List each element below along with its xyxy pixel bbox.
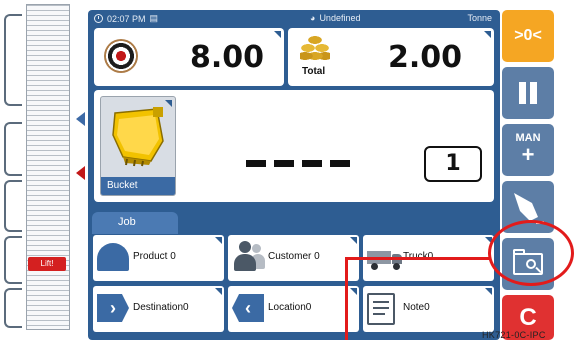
corner-indicator [215, 237, 222, 244]
pause-icon [530, 82, 537, 104]
product-label: Product 0 [133, 251, 176, 262]
coins-icon [300, 35, 330, 61]
location-tile[interactable]: ‹ Location0 [228, 286, 359, 332]
main-panel: 02:07 PM ▤ ◕ Undefined Tonne 8.00 Total … [88, 10, 500, 340]
target-value: 8.00 [189, 40, 264, 75]
clock-display: 02:07 PM ▤ [94, 13, 158, 24]
location-label: Location0 [268, 302, 312, 313]
scale-bracket [4, 180, 22, 232]
product-tile[interactable]: Product 0 [93, 235, 224, 281]
callout-line [345, 257, 490, 260]
list-icon: ▤ [149, 13, 159, 23]
pause-icon [519, 82, 526, 104]
pass-count: 1 [424, 146, 482, 182]
customer-label: Customer 0 [268, 251, 320, 262]
customer-icon [232, 241, 265, 273]
corner-indicator [274, 31, 281, 38]
scale-bracket [4, 122, 22, 176]
total-card[interactable]: Total 2.00 [288, 28, 494, 86]
time-text: 02:07 PM [107, 13, 146, 24]
scale-bracket [4, 236, 22, 284]
bucket-icon [112, 107, 164, 167]
bucket-tile[interactable]: Bucket [100, 96, 176, 196]
manual-add-button[interactable]: MAN + [502, 124, 554, 176]
corner-indicator [485, 288, 492, 295]
total-value: 2.00 [387, 40, 462, 75]
note-tile[interactable]: Note0 [363, 286, 494, 332]
right-sidebar: >0< MAN + C [502, 10, 554, 340]
corner-indicator [484, 31, 491, 38]
target-marker [76, 112, 85, 126]
weight-display [246, 160, 350, 167]
product-status-text: Undefined [319, 13, 361, 23]
highlight-circle [488, 220, 574, 286]
lift-badge: Lift! [28, 257, 66, 271]
weight-dash [246, 160, 266, 167]
figure-code: HK721-0C-IPC [482, 330, 546, 340]
bucket-label: Bucket [101, 177, 175, 195]
note-icon [367, 293, 395, 325]
corner-indicator [215, 288, 222, 295]
status-bar: 02:07 PM ▤ ◕ Undefined Tonne [88, 10, 500, 28]
customer-tile[interactable]: Customer 0 [228, 235, 359, 281]
chevron-left-icon: ‹ [232, 294, 264, 322]
corner-indicator [165, 100, 172, 107]
destination-label: Destination0 [133, 302, 189, 313]
left-scale-panel: Lift! [0, 0, 94, 340]
weight-scale [26, 4, 70, 330]
weight-dash [274, 160, 294, 167]
pause-button[interactable] [502, 67, 554, 119]
plus-icon: + [521, 142, 535, 167]
target-icon [104, 39, 138, 73]
scale-bracket [4, 288, 22, 328]
chevron-right-icon: › [97, 294, 129, 322]
product-icon [97, 243, 129, 271]
attachment-card: Bucket 1 [94, 90, 494, 202]
note-label: Note0 [403, 302, 430, 313]
destination-tile[interactable]: › Destination0 [93, 286, 224, 332]
callout-line [345, 257, 348, 340]
total-label: Total [302, 66, 326, 77]
product-status: ◕ Undefined [310, 13, 360, 23]
product-status-icon: ◕ [310, 13, 316, 23]
zero-button[interactable]: >0< [502, 10, 554, 62]
current-marker [76, 166, 85, 180]
clock-icon [94, 14, 103, 23]
corner-indicator [350, 288, 357, 295]
unit-text: Tonne [467, 13, 492, 23]
weight-dash [330, 160, 350, 167]
target-card[interactable]: 8.00 [94, 28, 284, 86]
scale-bracket [4, 14, 22, 106]
corner-indicator [350, 237, 357, 244]
weight-dash [302, 160, 322, 167]
tab-job[interactable]: Job [92, 212, 178, 234]
